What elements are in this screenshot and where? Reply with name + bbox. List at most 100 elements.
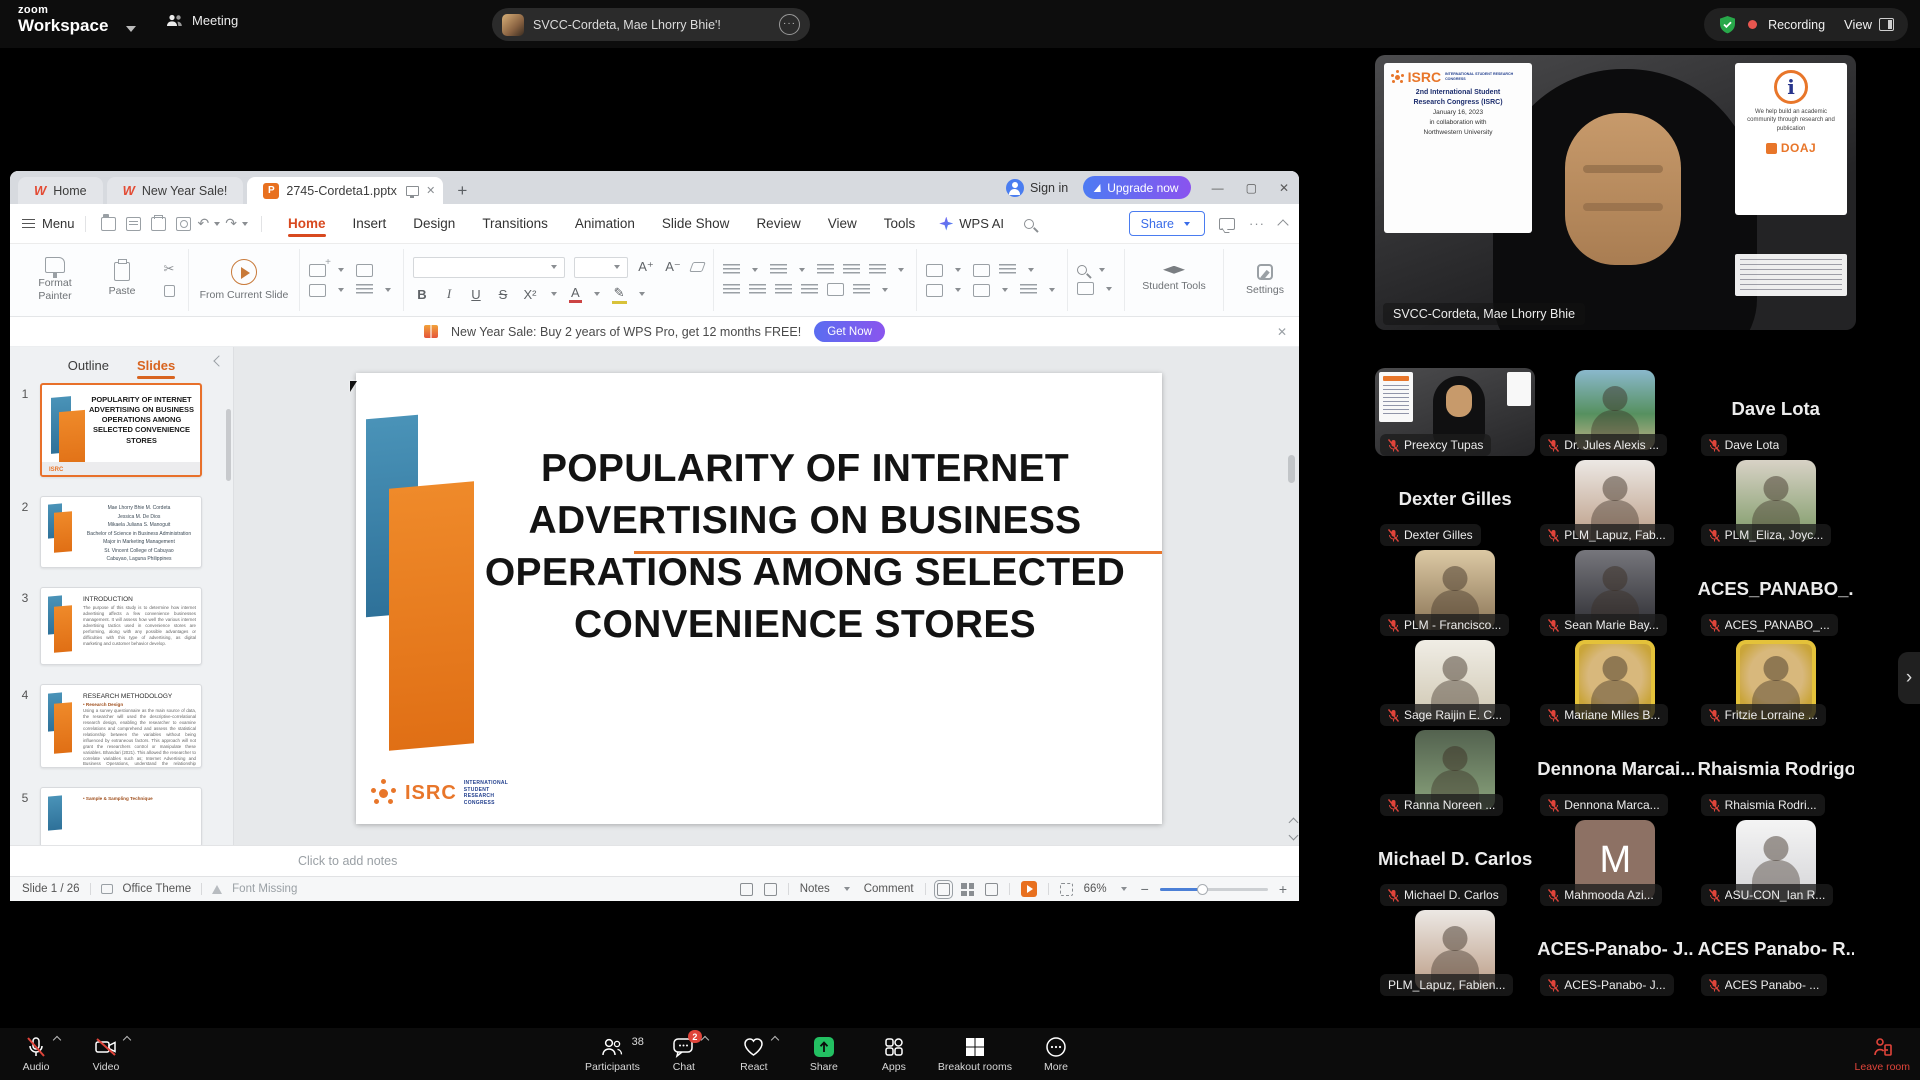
share-screen-button[interactable]: Share (798, 1028, 850, 1080)
tab-ribbon-view[interactable]: View (828, 206, 857, 241)
tab-slides[interactable]: Slides (137, 350, 175, 381)
picture-icon[interactable] (973, 264, 990, 277)
participant-tile[interactable]: Sage Raijin E. C... (1375, 638, 1535, 728)
decrease-indent-icon[interactable] (817, 264, 834, 276)
italic-button[interactable]: I (440, 286, 458, 302)
chat-button[interactable]: 2 Chat (658, 1028, 710, 1080)
shapes-icon[interactable] (926, 264, 943, 277)
audio-options-caret-icon[interactable] (53, 1036, 61, 1044)
wps-tab-home[interactable]: W Home (18, 177, 103, 204)
zoom-out-button[interactable]: − (1141, 881, 1149, 897)
menu-button[interactable]: Menu (22, 216, 75, 231)
numbering-icon[interactable] (770, 264, 787, 276)
participant-tile[interactable]: ASU-CON_Ian R... (1696, 818, 1856, 908)
align-right-icon[interactable] (775, 284, 792, 296)
presenting-monitor-icon[interactable] (406, 186, 419, 196)
font-color-button[interactable]: A (569, 285, 582, 303)
tab-ribbon-design[interactable]: Design (413, 206, 455, 241)
bold-button[interactable]: B (413, 287, 431, 302)
copy-icon[interactable] (159, 283, 179, 299)
zoom-level[interactable]: 66% (1084, 883, 1107, 895)
participant-tile[interactable]: Sean Marie Bay... (1535, 548, 1695, 638)
undo-icon[interactable]: ↶ (198, 215, 210, 232)
bullets-icon[interactable] (723, 264, 740, 276)
participant-tile[interactable]: PLM_Eliza, Joyc... (1696, 458, 1856, 548)
participant-tile[interactable]: Preexcy Tupas (1375, 368, 1535, 458)
close-tab-icon[interactable]: ✕ (426, 184, 435, 197)
student-tools-button[interactable]: Student Tools (1134, 268, 1214, 293)
participant-tile[interactable]: Rhaismia Rodrigo Rhaismia Rodri... (1696, 728, 1856, 818)
tab-ribbon-slideshow[interactable]: Slide Show (662, 206, 730, 241)
clear-format-icon[interactable] (689, 262, 706, 272)
security-shield-icon[interactable] (1718, 15, 1737, 35)
get-now-button[interactable]: Get Now (814, 321, 885, 342)
save-icon[interactable] (126, 217, 141, 231)
participant-tile[interactable]: Dr. Jules Alexis ... (1535, 368, 1695, 458)
layout-icon[interactable] (356, 264, 373, 277)
more-button[interactable]: More (1030, 1028, 1082, 1080)
redo-icon[interactable]: ↷ (225, 215, 237, 232)
increase-font-icon[interactable]: A⁺ (637, 259, 655, 275)
arrange-icon[interactable] (973, 284, 990, 297)
section-icon[interactable] (356, 284, 373, 296)
outline-color-icon[interactable] (1020, 284, 1037, 296)
participant-tile[interactable]: PLM_Lapuz, Fab... (1535, 458, 1695, 548)
video-button[interactable]: Video (80, 1028, 132, 1080)
paste-button[interactable]: Paste (92, 262, 152, 298)
meeting-title-pill[interactable]: SVCC-Cordeta, Mae Lhorry Bhie'! ··· (492, 8, 810, 41)
increase-indent-icon[interactable] (843, 264, 860, 276)
slide-canvas[interactable]: POPULARITY OF INTERNET ADVERTISING ON BU… (356, 373, 1162, 824)
align-left-icon[interactable] (723, 284, 740, 296)
video-options-caret-icon[interactable] (123, 1036, 131, 1044)
zoom-slider[interactable] (1160, 888, 1268, 891)
shape-fill-icon[interactable] (999, 264, 1016, 276)
font-missing-label[interactable]: Font Missing (232, 883, 297, 895)
tab-outline[interactable]: Outline (68, 350, 109, 381)
highlight-color-button[interactable]: ✎ (612, 285, 627, 304)
new-slide-icon[interactable] (309, 264, 326, 277)
zoom-slider-knob[interactable] (1197, 884, 1208, 895)
align-center-icon[interactable] (749, 284, 766, 296)
participant-tile[interactable]: Dexter Gilles Dexter Gilles (1375, 458, 1535, 548)
tab-ribbon-tools[interactable]: Tools (884, 206, 916, 241)
share-document-button[interactable]: Share (1129, 211, 1205, 236)
collapse-ribbon-icon[interactable] (1277, 219, 1288, 230)
close-banner-icon[interactable]: ✕ (1277, 325, 1287, 339)
slide-thumbnail-1[interactable]: POPULARITY OF INTERNET ADVERTISING ON BU… (40, 383, 202, 477)
character-spacing-icon[interactable] (869, 264, 886, 276)
close-window-button[interactable]: ✕ (1279, 181, 1289, 195)
find-icon[interactable] (1077, 265, 1087, 275)
tab-meeting[interactable]: Meeting (165, 13, 238, 28)
note-page-icon[interactable] (740, 883, 753, 896)
distribute-icon[interactable] (827, 283, 844, 296)
collapse-panel-icon[interactable] (213, 355, 224, 366)
comment-toggle[interactable]: Comment (864, 883, 914, 895)
workspace-chevron-down-icon[interactable] (126, 26, 136, 32)
justify-icon[interactable] (801, 284, 818, 296)
cut-icon[interactable]: ✂ (159, 261, 179, 277)
line-spacing-icon[interactable] (853, 284, 870, 296)
wps-tab-document[interactable]: P 2745-Cordeta1.pptx ✕ (247, 177, 443, 204)
participant-tile[interactable]: Mariane Miles B... (1535, 638, 1695, 728)
reset-slide-icon[interactable] (309, 284, 326, 297)
participant-tile[interactable]: M Mahmooda Azi... (1535, 818, 1695, 908)
participant-tile[interactable]: Dave Lota Dave Lota (1696, 368, 1856, 458)
zoom-in-button[interactable]: + (1279, 881, 1287, 897)
participant-tile[interactable]: Dennona Marcai... Dennona Marca... (1535, 728, 1695, 818)
strikethrough-button[interactable]: S (494, 287, 512, 302)
font-size-select[interactable] (574, 257, 628, 278)
tab-ribbon-review[interactable]: Review (756, 206, 800, 241)
comment-icon[interactable] (1219, 218, 1235, 230)
expand-gallery-button[interactable]: › (1898, 652, 1920, 704)
reading-view-icon[interactable] (985, 883, 998, 896)
wps-ai-button[interactable]: WPS AI (939, 216, 1004, 231)
chat-options-caret-icon[interactable] (701, 1036, 709, 1044)
panel-scrollbar[interactable] (226, 409, 231, 481)
font-name-select[interactable] (413, 257, 565, 278)
tab-ribbon-animation[interactable]: Animation (575, 206, 635, 241)
wps-tab-sale[interactable]: W New Year Sale! (107, 177, 244, 204)
print-preview-icon[interactable] (176, 217, 191, 231)
tab-ribbon-transitions[interactable]: Transitions (482, 206, 548, 241)
sign-in-button[interactable]: Sign in (1006, 179, 1068, 197)
from-current-slide-button[interactable]: From Current Slide (198, 259, 290, 302)
